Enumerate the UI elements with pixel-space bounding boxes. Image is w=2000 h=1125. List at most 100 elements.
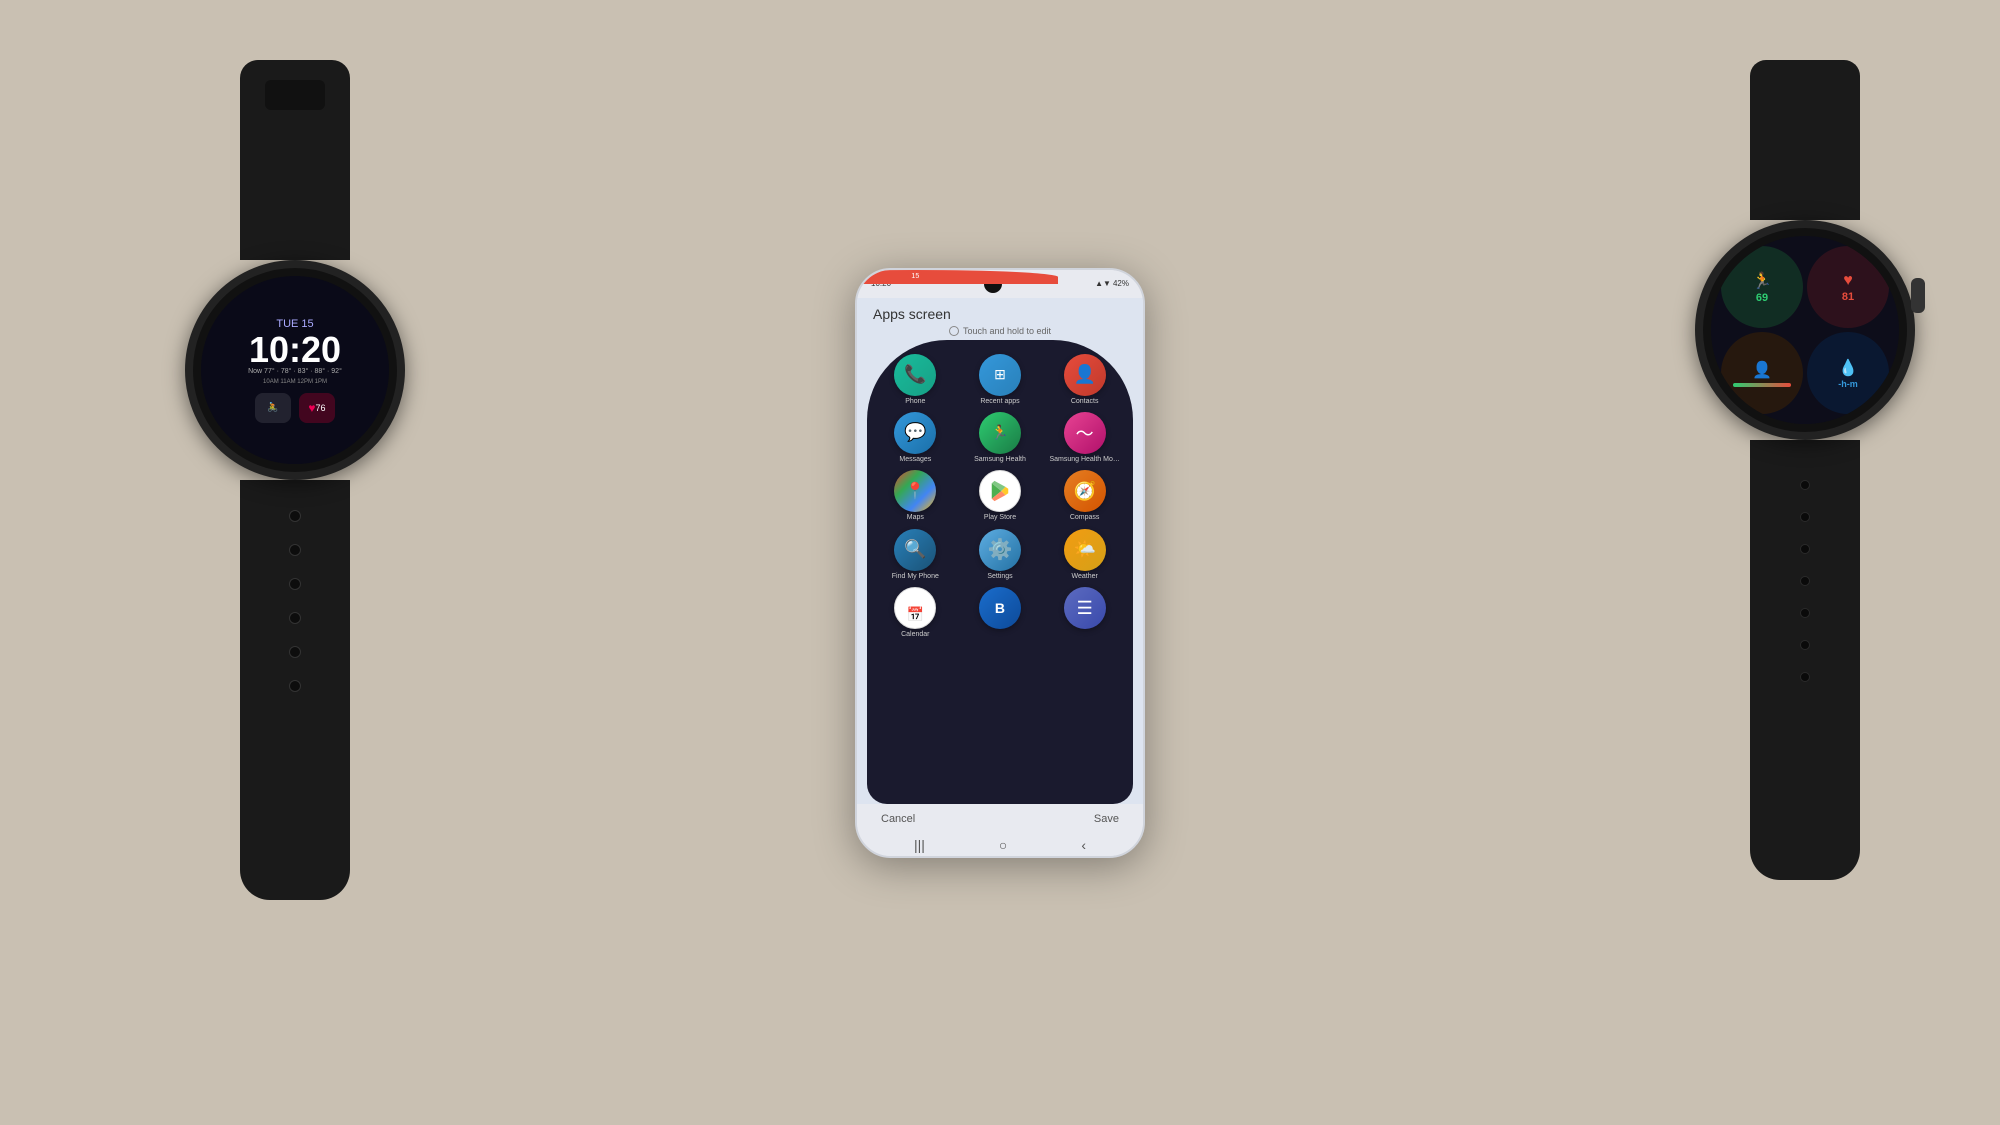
rw-water-value: -h-m [1838,379,1858,389]
rw-bar [1733,383,1790,387]
phone-bottom-bar: Cancel Save ||| ○ ‹ [857,804,1143,856]
left-watch: TUE 15 10:20 Now 77° · 78° · 83° · 88° ·… [160,60,430,960]
app-contacts[interactable]: 👤 Contacts [1046,354,1123,406]
left-watch-temps: Now 77° · 78° · 83° · 88° · 92° [248,368,342,375]
left-watch-activity-widget: 🚴 [255,393,291,423]
left-watch-screen: TUE 15 10:20 Now 77° · 78° · 83° · 88° ·… [201,276,389,464]
rw-perf-7 [1800,672,1810,682]
left-watch-band-bottom [240,480,350,900]
extra-icon: ☰ [1064,587,1106,629]
perforation-6 [289,680,301,692]
find-my-phone-label: Find My Phone [892,573,939,581]
rw-body-widget: 👤 [1721,332,1803,414]
bixby-icon: B [979,587,1021,629]
rw-perf-4 [1800,576,1810,586]
rw-activity-icon: 🏃 [1752,271,1772,291]
right-watch-band-top [1750,60,1860,220]
rw-perf-3 [1800,544,1810,554]
contacts-label: Contacts [1071,398,1099,406]
heart-value: 76 [316,403,326,413]
perforation-3 [289,578,301,590]
settings-icon: ⚙️ [979,529,1021,571]
left-watch-time-row: 10AM 11AM 12PM 1PM [263,379,327,385]
phone-icon: 📞 [894,354,936,396]
nav-recent-icon[interactable]: ||| [914,837,925,853]
left-watch-band-top [240,60,350,260]
rw-activity-widget: 🏃 69 [1721,246,1803,328]
rw-perf-2 [1800,512,1810,522]
settings-label: Settings [987,573,1012,581]
cancel-save-bar: Cancel Save [857,804,1143,835]
signal-icon: ▲▼ [1095,279,1111,288]
phone-label: Phone [905,398,925,406]
right-watch-crown [1911,278,1925,313]
right-watch: 🏃 69 ♥ 81 👤 💧 -h-m [1670,60,1940,960]
right-watch-band-bottom [1750,440,1860,880]
nav-home-icon[interactable]: ○ [999,837,1007,853]
rw-perf-1 [1800,480,1810,490]
left-watch-perforations [240,480,350,692]
rw-body-icon: 👤 [1752,360,1772,380]
perforation-2 [289,544,301,556]
rw-heart-widget: ♥ 81 [1807,246,1889,328]
app-settings[interactable]: ⚙️ Settings [962,529,1039,581]
rw-heart-value: 81 [1842,291,1854,303]
right-watch-screen: 🏃 69 ♥ 81 👤 💧 -h-m [1711,236,1899,424]
weather-icon: 🌤️ [1064,529,1106,571]
compass-label: Compass [1070,514,1100,522]
play-store-svg [989,480,1011,502]
rw-perf-5 [1800,608,1810,618]
gear-icon: ⚙️ [988,537,1013,562]
app-weather[interactable]: 🌤️ Weather [1046,529,1123,581]
app-compass[interactable]: 🧭 Compass [1046,470,1123,522]
app-bixby[interactable]: B [962,587,1039,639]
messages-icon: 💬 [894,412,936,454]
app-messages[interactable]: 💬 Messages [877,412,954,464]
weather-label: Weather [1071,573,1097,581]
app-grid: 📞 Phone ⊞ Recent apps 👤 Contacts 💬 [877,354,1123,640]
perforation-5 [289,646,301,658]
app-calendar[interactable]: 15 📅 Calendar [877,587,954,639]
left-watch-time: 10:20 [249,332,341,368]
samsung-health-mo-label: Samsung Health Mo… [1049,456,1119,464]
calendar-icon: 15 📅 [894,587,936,629]
left-watch-case: TUE 15 10:20 Now 77° · 78° · 83° · 88° ·… [185,260,405,480]
samsung-health-label: Samsung Health [974,456,1026,464]
app-maps[interactable]: 📍 Maps [877,470,954,522]
rw-heart-icon: ♥ [1843,272,1853,290]
play-store-icon [979,470,1021,512]
right-watch-perforations [1750,440,1860,682]
phone: 10:20 ▲▼ 42% Apps screen Touch and hold … [855,268,1145,858]
left-watch-heart-widget: ♥ 76 [299,393,335,423]
app-extra[interactable]: ☰ [1046,587,1123,639]
apps-screen-hint: Touch and hold to edit [857,324,1143,340]
app-recent[interactable]: ⊞ Recent apps [962,354,1039,406]
arch-panel: 📞 Phone ⊞ Recent apps 👤 Contacts 💬 [867,340,1133,804]
play-store-label: Play Store [984,514,1016,522]
hint-icon [949,326,959,336]
app-samsung-health-mo[interactable]: 〜 Samsung Health Mo… [1046,412,1123,464]
calendar-label: Calendar [901,631,929,639]
nav-back-icon[interactable]: ‹ [1081,837,1086,853]
rw-perf-6 [1800,640,1810,650]
left-watch-widgets: 🚴 ♥ 76 [255,393,335,423]
recent-apps-icon: ⊞ [979,354,1021,396]
status-icons: ▲▼ 42% [1095,279,1129,288]
bike-icon: 🚴 [267,402,278,413]
battery-icon: 42% [1113,279,1129,288]
app-phone[interactable]: 📞 Phone [877,354,954,406]
contacts-icon: 👤 [1064,354,1106,396]
samsung-health-icon: 🏃 [979,412,1021,454]
cancel-button[interactable]: Cancel [881,813,915,825]
perforation-4 [289,612,301,624]
maps-label: Maps [907,514,924,522]
app-play-store[interactable]: Play Store [962,470,1039,522]
recent-apps-label: Recent apps [980,398,1019,406]
app-find-my-phone[interactable]: 🔍 Find My Phone [877,529,954,581]
perforation-1 [289,510,301,522]
find-my-phone-icon: 🔍 [894,529,936,571]
app-samsung-health[interactable]: 🏃 Samsung Health [962,412,1039,464]
save-button[interactable]: Save [1094,813,1119,825]
right-watch-case: 🏃 69 ♥ 81 👤 💧 -h-m [1695,220,1915,440]
messages-label: Messages [899,456,931,464]
